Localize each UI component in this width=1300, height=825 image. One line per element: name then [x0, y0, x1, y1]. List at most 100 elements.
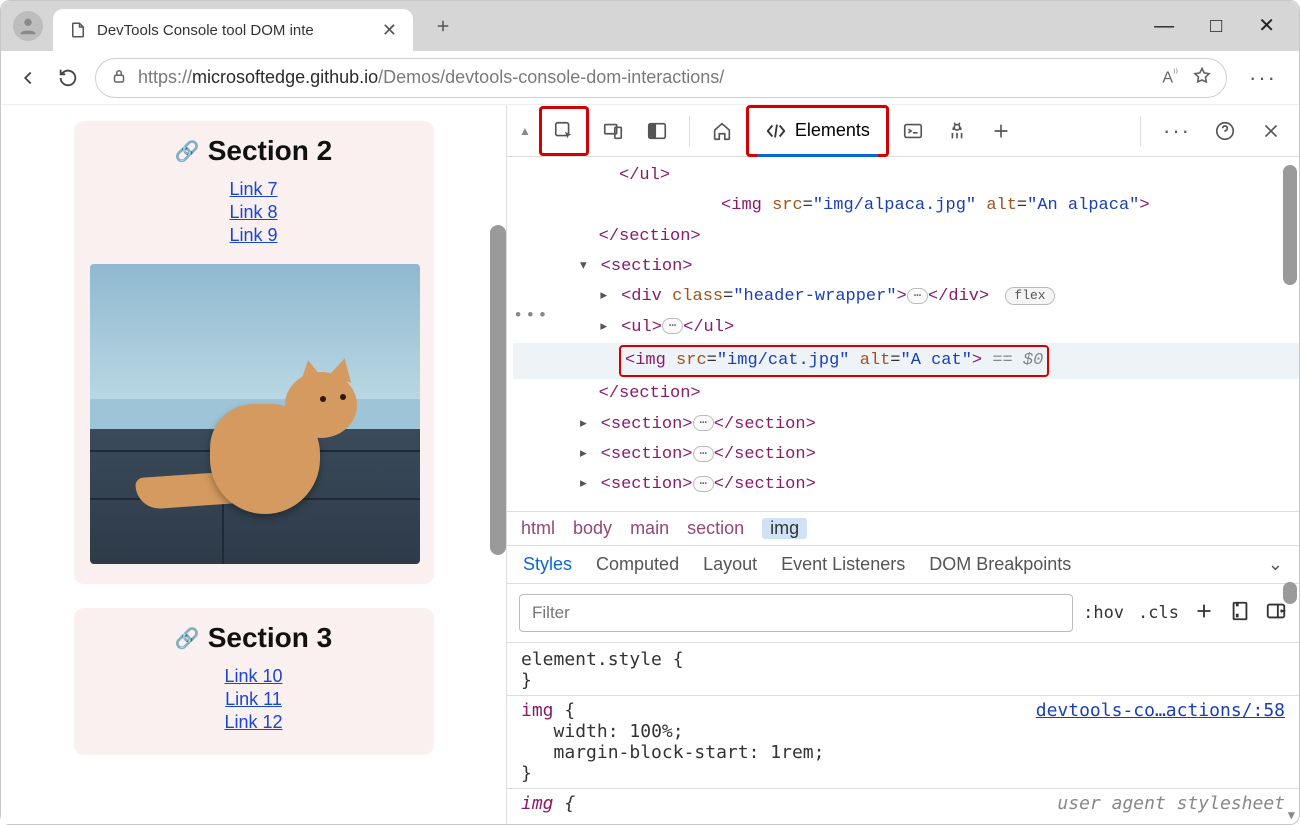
chevron-down-icon[interactable]: ⌄	[1268, 554, 1283, 575]
window-controls: — □ ✕	[1154, 16, 1299, 36]
crumb-body[interactable]: body	[573, 518, 612, 539]
styles-filter-row: :hov .cls	[507, 584, 1299, 643]
section-2-heading: 🔗 Section 2	[175, 135, 332, 167]
window-titlebar: DevTools Console tool DOM inte ✕ — □ ✕	[1, 1, 1299, 51]
sources-tab-button[interactable]	[937, 111, 977, 151]
scroll-up-icon[interactable]: ▲	[515, 124, 535, 138]
crumb-section[interactable]: section	[687, 518, 744, 539]
expand-toggle[interactable]: ▸	[599, 287, 611, 306]
back-button[interactable]	[15, 65, 41, 91]
subtab-layout[interactable]: Layout	[703, 554, 757, 575]
tab-title: DevTools Console tool DOM inte	[97, 22, 372, 39]
link-11[interactable]: Link 11	[90, 689, 418, 710]
devtools-close-button[interactable]	[1251, 111, 1291, 151]
window-minimize-button[interactable]: —	[1154, 16, 1174, 36]
link-9[interactable]: Link 9	[90, 225, 418, 246]
lock-icon	[110, 67, 128, 88]
styles-subtabs: Styles Computed Layout Event Listeners D…	[507, 546, 1299, 584]
scroll-down-icon[interactable]: ▼	[1288, 808, 1295, 822]
link-icon: 🔗	[175, 139, 200, 164]
crumb-img[interactable]: img	[762, 518, 807, 539]
browser-tab[interactable]: DevTools Console tool DOM inte ✕	[53, 9, 413, 51]
section-2-card: 🔗 Section 2 Link 7 Link 8 Link 9	[74, 121, 434, 584]
link-8[interactable]: Link 8	[90, 202, 418, 223]
link-10[interactable]: Link 10	[90, 666, 418, 687]
devtools-toolbar: ▲ Elem	[507, 105, 1299, 157]
dom-line-selected[interactable]: <img src="img/cat.jpg" alt="A cat"> == $…	[513, 343, 1299, 379]
dom-line[interactable]: ▸ <section>⋯</section>	[513, 410, 1299, 440]
dom-line[interactable]: </ul>	[513, 161, 1299, 191]
inspect-element-button[interactable]	[544, 111, 584, 151]
expand-toggle[interactable]: ▾	[578, 257, 590, 276]
dom-line[interactable]: ▸ <div class="header-wrapper">⋯</div> fl…	[513, 282, 1299, 312]
section-3-heading: 🔗 Section 3	[175, 622, 332, 654]
favorite-icon[interactable]	[1192, 66, 1212, 89]
welcome-tab-button[interactable]	[702, 111, 742, 151]
help-button[interactable]	[1205, 111, 1245, 151]
dom-line[interactable]: </section>	[513, 379, 1299, 409]
expand-toggle[interactable]: ▸	[578, 475, 590, 494]
line-actions-icon[interactable]: •••	[513, 307, 550, 326]
styles-rules[interactable]: element.style { } img {devtools-co…actio…	[507, 643, 1299, 824]
styles-scrollbar-top[interactable]	[1283, 582, 1297, 604]
new-style-rule-button[interactable]	[1193, 600, 1215, 627]
new-tab-button[interactable]	[423, 6, 463, 46]
ellipsis-icon[interactable]: ⋯	[693, 415, 714, 431]
ellipsis-icon[interactable]: ⋯	[907, 288, 928, 304]
code-icon	[765, 120, 787, 142]
console-tab-button[interactable]	[893, 111, 933, 151]
add-tab-button[interactable]	[981, 111, 1021, 151]
ellipsis-icon[interactable]: ⋯	[693, 476, 714, 492]
expand-toggle[interactable]: ▸	[599, 318, 611, 337]
profile-avatar[interactable]	[13, 11, 43, 41]
dom-line[interactable]: ▸ <section>⋯</section>	[513, 440, 1299, 470]
webpage-viewport[interactable]: 🔗 Section 2 Link 7 Link 8 Link 9	[1, 105, 506, 824]
sidebar-toggle-button[interactable]	[1265, 600, 1287, 627]
dom-breadcrumb[interactable]: html body main section img	[507, 511, 1299, 546]
page-scrollbar[interactable]	[490, 225, 506, 555]
elements-tab[interactable]: Elements	[751, 108, 884, 154]
page-icon	[69, 21, 87, 39]
subtab-dom-breakpoints[interactable]: DOM Breakpoints	[929, 554, 1071, 575]
styles-filter-input[interactable]	[519, 594, 1073, 632]
devtools-menu-button[interactable]: ···	[1155, 118, 1199, 144]
link-12[interactable]: Link 12	[90, 712, 418, 733]
window-close-button[interactable]: ✕	[1258, 16, 1275, 36]
device-toolbar-button[interactable]	[593, 111, 633, 151]
flex-badge[interactable]: flex	[1005, 287, 1054, 305]
devtools-panel: ▲ Elem	[506, 105, 1299, 824]
crumb-html[interactable]: html	[521, 518, 555, 539]
cls-toggle[interactable]: .cls	[1138, 603, 1179, 623]
expand-toggle[interactable]: ▸	[578, 445, 590, 464]
subtab-styles[interactable]: Styles	[523, 554, 572, 575]
dom-scrollbar[interactable]	[1283, 165, 1297, 285]
browser-menu-button[interactable]: ···	[1241, 65, 1285, 91]
dom-line[interactable]: ▸ <ul>⋯</ul>	[513, 313, 1299, 343]
hov-toggle[interactable]: :hov	[1083, 603, 1124, 623]
dom-line[interactable]: ▾ <section>	[513, 252, 1299, 282]
dom-line[interactable]: </section>	[513, 222, 1299, 252]
dom-line[interactable]: <img src="img/alpaca.jpg" alt="An alpaca…	[513, 191, 1299, 221]
url-field[interactable]: https://microsoftedge.github.io/Demos/de…	[95, 58, 1227, 98]
cat-image	[90, 264, 420, 564]
read-aloud-icon[interactable]: A⁾⁾	[1162, 68, 1178, 87]
source-link[interactable]: devtools-co…actions/:58	[1036, 700, 1285, 721]
subtab-event-listeners[interactable]: Event Listeners	[781, 554, 905, 575]
section-3-card: 🔗 Section 3 Link 10 Link 11 Link 12	[74, 608, 434, 755]
computed-styles-button[interactable]	[1229, 600, 1251, 627]
expand-toggle[interactable]: ▸	[578, 415, 590, 434]
crumb-main[interactable]: main	[630, 518, 669, 539]
url-text: https://microsoftedge.github.io/Demos/de…	[138, 67, 1152, 88]
subtab-computed[interactable]: Computed	[596, 554, 679, 575]
close-tab-icon[interactable]: ✕	[382, 20, 397, 41]
link-icon: 🔗	[175, 626, 200, 651]
dom-tree[interactable]: ••• </ul> <img src="img/alpaca.jpg" alt=…	[507, 157, 1299, 511]
window-maximize-button[interactable]: □	[1210, 16, 1222, 36]
refresh-button[interactable]	[55, 65, 81, 91]
ellipsis-icon[interactable]: ⋯	[693, 446, 714, 462]
dom-line[interactable]: ▸ <section>⋯</section>	[513, 470, 1299, 500]
ellipsis-icon[interactable]: ⋯	[662, 318, 683, 334]
link-7[interactable]: Link 7	[90, 179, 418, 200]
dock-side-button[interactable]	[637, 111, 677, 151]
user-agent-label: user agent stylesheet	[1057, 793, 1285, 814]
